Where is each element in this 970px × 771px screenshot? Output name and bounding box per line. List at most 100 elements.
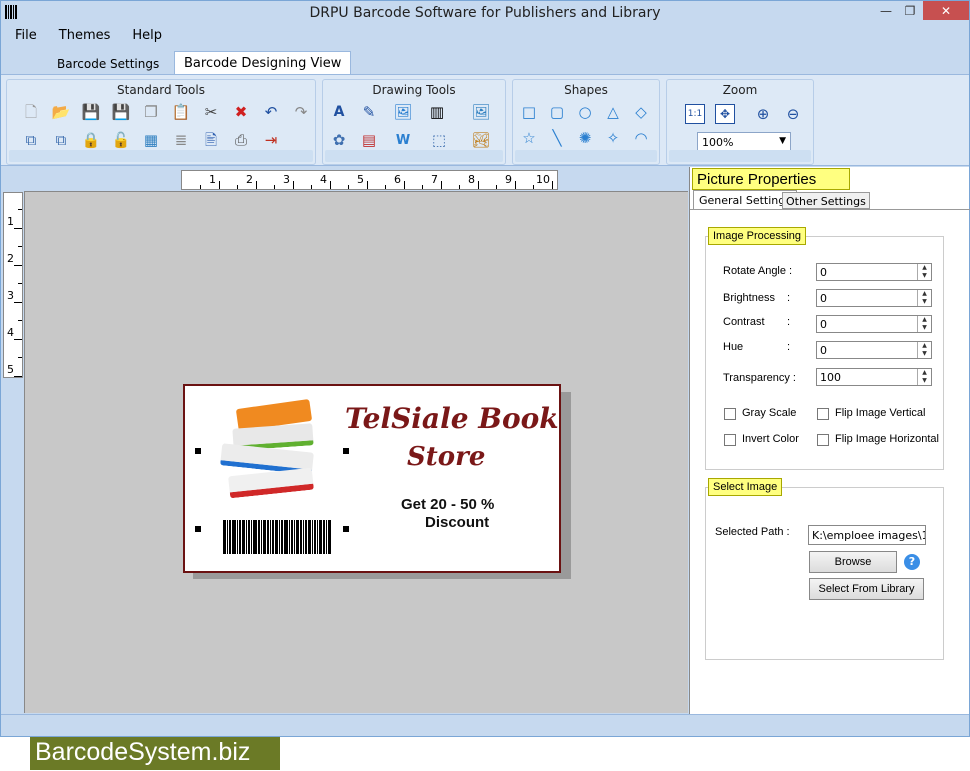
ruler-v-1: 1 (7, 215, 14, 228)
line-icon[interactable]: ╲ (547, 128, 567, 148)
ellipse-icon[interactable]: ○ (575, 102, 595, 122)
discount-line1[interactable]: Get 20 - 50 % (401, 496, 494, 513)
select-image-legend: Select Image (708, 478, 783, 496)
app-window: DRPU Barcode Software for Publishers and… (0, 0, 970, 737)
tab-barcode-designing-view[interactable]: Barcode Designing View (174, 51, 352, 75)
clipart-icon[interactable]: ✿ (329, 130, 349, 150)
rounded-rectangle-icon[interactable]: ▢ (547, 102, 567, 122)
library-books-icon[interactable]: ▤ (359, 130, 379, 150)
picture-icon[interactable]: 🖼 (393, 102, 413, 122)
transparency-label: Transparency : (723, 372, 796, 384)
fit-to-window-icon[interactable]: ✥ (715, 104, 735, 124)
maximize-button[interactable]: ❐ (899, 1, 921, 21)
store-name-line1[interactable]: TelSiale Book (345, 402, 559, 435)
transparency-input[interactable]: 100 ▲ ▼ (816, 368, 932, 386)
design-workarea: 1 2 3 4 5 6 7 8 9 10 TelSiale Book Store… (1, 167, 689, 714)
zoom-select[interactable]: 100% ▼ (697, 132, 791, 152)
title-bar: DRPU Barcode Software for Publishers and… (1, 1, 969, 25)
discount-line2[interactable]: Discount (425, 514, 489, 531)
drawing-tools-group: Drawing Tools A ✎ 🖼 ▥ 🖼 ✿ ▤ W ⬚ 🏞 (322, 79, 506, 165)
help-icon[interactable]: ? (904, 554, 920, 570)
lock-icon[interactable]: 🔒 (81, 130, 101, 150)
zoom-title: Zoom (722, 83, 758, 97)
redo-icon[interactable]: ↷ (291, 102, 311, 122)
store-name-line2[interactable]: Store (407, 442, 485, 472)
flip-horizontal-label: Flip Image Horizontal (835, 433, 939, 445)
gray-scale-checkbox[interactable] (724, 408, 736, 420)
print-icon[interactable]: ⎙ (231, 130, 251, 150)
ruler-h-3: 3 (283, 173, 290, 186)
image-library-icon[interactable]: 🖼 (471, 102, 491, 122)
contrast-input[interactable]: 0 ▲ ▼ (816, 315, 932, 333)
star-icon[interactable]: ☆ (519, 128, 539, 148)
brightness-label: Brightness (723, 292, 775, 304)
actual-size-icon[interactable]: 1:1 (685, 104, 705, 124)
open-icon[interactable]: 📂 (51, 102, 71, 122)
select-image-section (705, 487, 944, 660)
menu-file[interactable]: File (15, 28, 37, 47)
browse-button[interactable]: Browse (809, 551, 897, 573)
frame-icon[interactable]: ⬚ (429, 130, 449, 150)
arc-icon[interactable]: ◠ (631, 128, 651, 148)
menu-help[interactable]: Help (132, 28, 162, 47)
selection-handle[interactable] (343, 526, 349, 532)
rectangle-icon[interactable]: □ (519, 102, 539, 122)
save-as-icon[interactable]: 💾 (111, 102, 131, 122)
chevron-down-icon: ▼ (779, 136, 786, 146)
diamond-icon[interactable]: ◇ (631, 102, 651, 122)
cut-icon[interactable]: ✂ (201, 102, 221, 122)
watermark-icon[interactable]: W (393, 130, 413, 150)
four-point-star-icon[interactable]: ✧ (603, 128, 623, 148)
selection-handle[interactable] (195, 448, 201, 454)
copy-icon[interactable]: ❐ (141, 102, 161, 122)
selected-path-label: Selected Path : (715, 526, 790, 538)
barcode-icon[interactable]: ▥ (427, 102, 447, 122)
picture-insert-icon[interactable]: 🏞 (471, 130, 491, 150)
tab-other-settings[interactable]: Other Settings (782, 192, 870, 209)
pen-icon[interactable]: ✎ (359, 102, 379, 122)
database-icon[interactable]: ≣ (171, 130, 191, 150)
flip-vertical-checkbox[interactable] (817, 408, 829, 420)
unlock-icon[interactable]: 🔓 (111, 130, 131, 150)
selected-path-field[interactable]: K:\emploee images\10. (808, 525, 926, 545)
delete-icon[interactable]: ✖ (231, 102, 251, 122)
invert-color-checkbox[interactable] (724, 434, 736, 446)
minimize-button[interactable]: — (875, 1, 897, 21)
send-back-icon[interactable]: ⧉ (51, 130, 71, 150)
grid-icon[interactable]: ▦ (141, 130, 161, 150)
triangle-icon[interactable]: △ (603, 102, 623, 122)
brightness-input[interactable]: 0 ▲ ▼ (816, 289, 932, 307)
burst-icon[interactable]: ✺ (575, 128, 595, 148)
zoom-out-icon[interactable]: ⊖ (783, 104, 803, 124)
selection-handle[interactable] (343, 448, 349, 454)
save-icon[interactable]: 💾 (81, 102, 101, 122)
select-from-library-button[interactable]: Select From Library (809, 578, 924, 600)
selection-handle[interactable] (195, 526, 201, 532)
ruler-h-7: 7 (431, 173, 438, 186)
view-tabs: Barcode Settings Barcode Designing View (1, 51, 969, 75)
text-icon[interactable]: A (329, 102, 349, 122)
ruler-v-2: 2 (7, 252, 14, 265)
menu-themes[interactable]: Themes (59, 28, 111, 47)
gray-scale-label: Gray Scale (742, 407, 797, 419)
new-icon[interactable]: 🗋 (21, 102, 41, 122)
drawing-tools-title: Drawing Tools (372, 83, 456, 97)
print-preview-icon[interactable]: 🖹 (201, 130, 221, 150)
export-icon[interactable]: ⇥ (261, 130, 281, 150)
barcode-label[interactable]: TelSiale Book Store Get 20 - 50 % Discou… (183, 384, 561, 573)
undo-icon[interactable]: ↶ (261, 102, 281, 122)
rotate-angle-input[interactable]: 0 ▲ ▼ (816, 263, 932, 281)
close-button[interactable]: ✕ (923, 1, 969, 20)
brightness-colon: : (787, 292, 791, 304)
hue-label: Hue (723, 341, 744, 353)
flip-horizontal-checkbox[interactable] (817, 434, 829, 446)
bring-front-icon[interactable]: ⧉ (21, 130, 41, 150)
design-canvas[interactable]: TelSiale Book Store Get 20 - 50 % Discou… (24, 191, 688, 713)
books-image[interactable] (205, 394, 335, 512)
barcode-graphic[interactable] (223, 520, 347, 554)
horizontal-ruler: 1 2 3 4 5 6 7 8 9 10 (181, 170, 558, 190)
hue-input[interactable]: 0 ▲ ▼ (816, 341, 932, 359)
paste-icon[interactable]: 📋 (171, 102, 191, 122)
zoom-in-icon[interactable]: ⊕ (753, 104, 773, 124)
tab-barcode-settings[interactable]: Barcode Settings (47, 53, 169, 75)
